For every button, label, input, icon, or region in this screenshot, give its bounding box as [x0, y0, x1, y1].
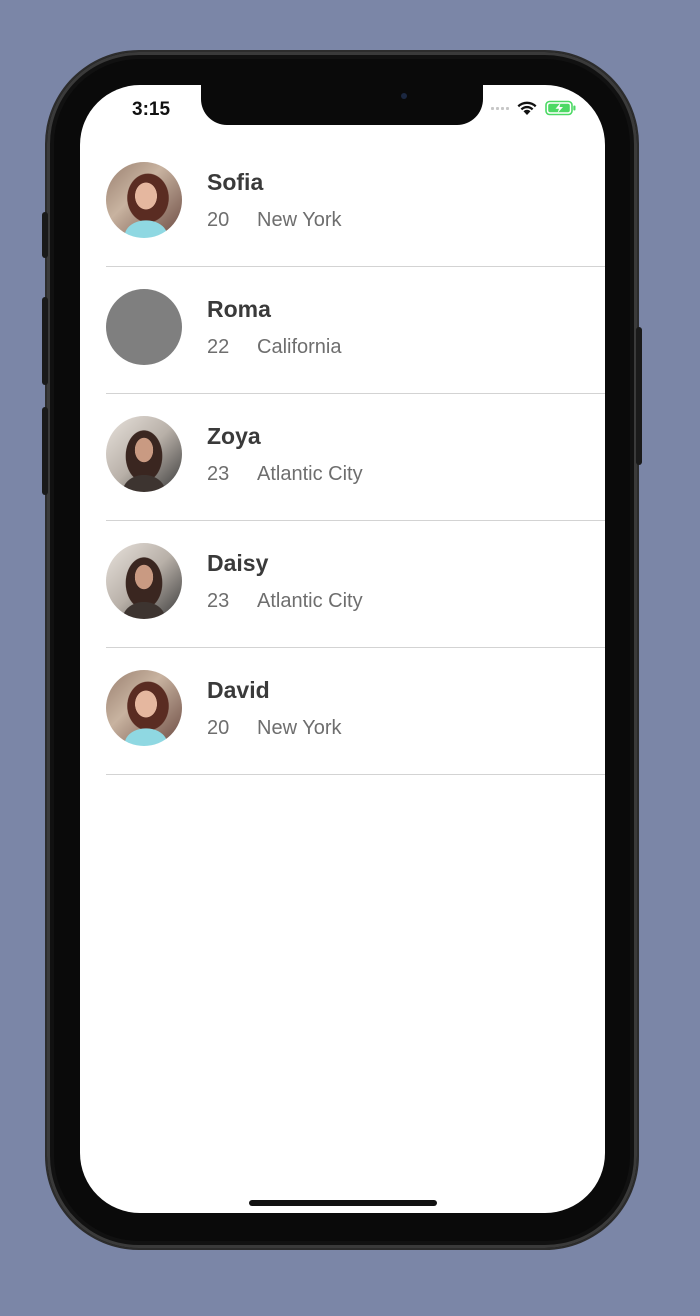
- phone-screen: 3:15 Sofia 20 New York Roma 22 Californi…: [80, 85, 605, 1213]
- contact-city: California: [257, 336, 342, 358]
- contact-city: Atlantic City: [257, 590, 363, 612]
- battery-charging-icon: [545, 100, 576, 116]
- contact-name: Daisy: [207, 550, 269, 576]
- home-indicator[interactable]: [249, 1200, 437, 1206]
- contact-name: David: [207, 677, 270, 703]
- contact-row[interactable]: Sofia 20 New York: [106, 140, 605, 267]
- contact-city: New York: [257, 717, 342, 739]
- contact-age: 23: [207, 590, 230, 612]
- contact-list: Sofia 20 New York Roma 22 California Zoy…: [80, 140, 605, 775]
- contact-row[interactable]: Roma 22 California: [106, 267, 605, 394]
- contact-city: Atlantic City: [257, 463, 363, 485]
- contact-name: Roma: [207, 296, 271, 322]
- wifi-icon: [517, 101, 537, 115]
- cellular-dots-icon: [491, 106, 509, 110]
- contact-name: Zoya: [207, 423, 261, 449]
- avatar-placeholder: [106, 289, 182, 365]
- notch: [201, 85, 483, 125]
- contact-name: Sofia: [207, 169, 264, 195]
- volume-up-button: [42, 297, 48, 385]
- front-camera: [401, 93, 407, 99]
- contact-age: 20: [207, 209, 230, 231]
- status-time: 3:15: [132, 99, 171, 120]
- status-icons: [491, 100, 577, 116]
- contact-row[interactable]: David 20 New York: [106, 648, 605, 775]
- contact-age: 23: [207, 463, 230, 485]
- contact-age: 20: [207, 717, 230, 739]
- mute-switch: [42, 212, 48, 258]
- volume-down-button: [42, 407, 48, 495]
- avatar: [106, 543, 182, 619]
- avatar: [106, 162, 182, 238]
- contact-row[interactable]: Daisy 23 Atlantic City: [106, 521, 605, 648]
- contact-age: 22: [207, 336, 230, 358]
- avatar: [106, 416, 182, 492]
- contact-city: New York: [257, 209, 342, 231]
- power-button: [636, 327, 642, 465]
- avatar: [106, 670, 182, 746]
- contact-row[interactable]: Zoya 23 Atlantic City: [106, 394, 605, 521]
